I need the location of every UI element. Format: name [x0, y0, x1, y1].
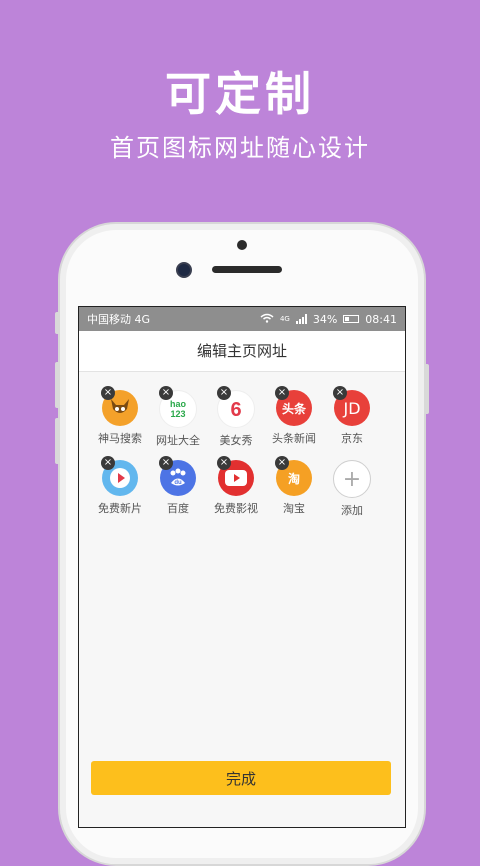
- battery-icon: [343, 315, 360, 323]
- shortcut-item[interactable]: + 添加: [323, 454, 381, 524]
- shortcut-label: 淘宝: [283, 502, 305, 515]
- page-title: 编辑主页网址: [79, 331, 405, 372]
- volume-up-button: [55, 362, 60, 408]
- shortcut-item[interactable]: × 免费影视: [207, 454, 265, 524]
- shortcut-item[interactable]: × 神马搜索: [91, 384, 149, 454]
- hero-subtitle: 首页图标网址随心设计: [110, 134, 370, 162]
- shortcut-grid: × 神马搜索 × hao 123 网址大全 × 6 美女秀 × 头条 头条新闻 × JD 京东 × 免费新片 × d…: [79, 372, 405, 524]
- remove-icon[interactable]: ×: [159, 456, 173, 470]
- done-button[interactable]: 完成: [91, 761, 391, 795]
- shortcut-item[interactable]: × 头条 头条新闻: [265, 384, 323, 454]
- shortcut-label: 添加: [341, 504, 363, 517]
- svg-text:123: 123: [170, 409, 185, 419]
- shortcut-item[interactable]: × hao 123 网址大全: [149, 384, 207, 454]
- shortcut-item[interactable]: × 淘淘宝: [265, 454, 323, 524]
- power-button: [424, 364, 429, 414]
- hero-title: 可定制: [165, 67, 315, 121]
- shortcut-item[interactable]: × JD 京东: [323, 384, 381, 454]
- remove-icon[interactable]: ×: [159, 386, 173, 400]
- shortcut-label: 百度: [167, 502, 189, 515]
- svg-text:6: 6: [230, 399, 241, 421]
- shortcut-label: 美女秀: [219, 434, 253, 447]
- shortcut-item[interactable]: × 免费新片: [91, 454, 149, 524]
- add-icon[interactable]: +: [333, 460, 371, 498]
- signal-icon: [295, 314, 307, 324]
- remove-icon[interactable]: ×: [101, 386, 115, 400]
- remove-icon[interactable]: ×: [217, 386, 231, 400]
- shortcut-item[interactable]: × 6 美女秀: [207, 384, 265, 454]
- earpiece-speaker: [212, 266, 282, 273]
- battery-percent: 34%: [312, 312, 338, 326]
- mute-switch: [55, 312, 60, 334]
- shortcut-label: 网址大全: [156, 434, 200, 447]
- status-time: 08:41: [365, 312, 397, 326]
- remove-icon[interactable]: ×: [101, 456, 115, 470]
- remove-icon[interactable]: ×: [275, 456, 289, 470]
- shortcut-label: 免费新片: [98, 502, 142, 515]
- front-camera: [176, 262, 192, 278]
- wifi-icon: [260, 312, 274, 326]
- proximity-sensor: [237, 240, 247, 250]
- status-bar: 中国移动 4G 4G 34% 08:41: [79, 307, 405, 331]
- carrier-label: 中国移动 4G: [87, 313, 151, 326]
- svg-text:hao: hao: [170, 399, 187, 409]
- phone-screen: 中国移动 4G 4G 34% 08:41 编辑主页网址 × 神马搜索 × hao 123…: [78, 306, 406, 828]
- network-badge: 4G: [279, 315, 290, 323]
- shortcut-label: 头条新闻: [272, 432, 316, 445]
- shortcut-label: 免费影视: [214, 502, 258, 515]
- shortcut-label: 京东: [341, 432, 363, 445]
- shortcut-item[interactable]: × du 百度: [149, 454, 207, 524]
- shortcut-label: 神马搜索: [98, 432, 142, 445]
- remove-icon[interactable]: ×: [333, 386, 347, 400]
- remove-icon[interactable]: ×: [275, 386, 289, 400]
- volume-down-button: [55, 418, 60, 464]
- remove-icon[interactable]: ×: [217, 456, 231, 470]
- svg-text:du: du: [174, 480, 182, 486]
- phone-frame: 中国移动 4G 4G 34% 08:41 编辑主页网址 × 神马搜索 × hao 123…: [55, 222, 429, 866]
